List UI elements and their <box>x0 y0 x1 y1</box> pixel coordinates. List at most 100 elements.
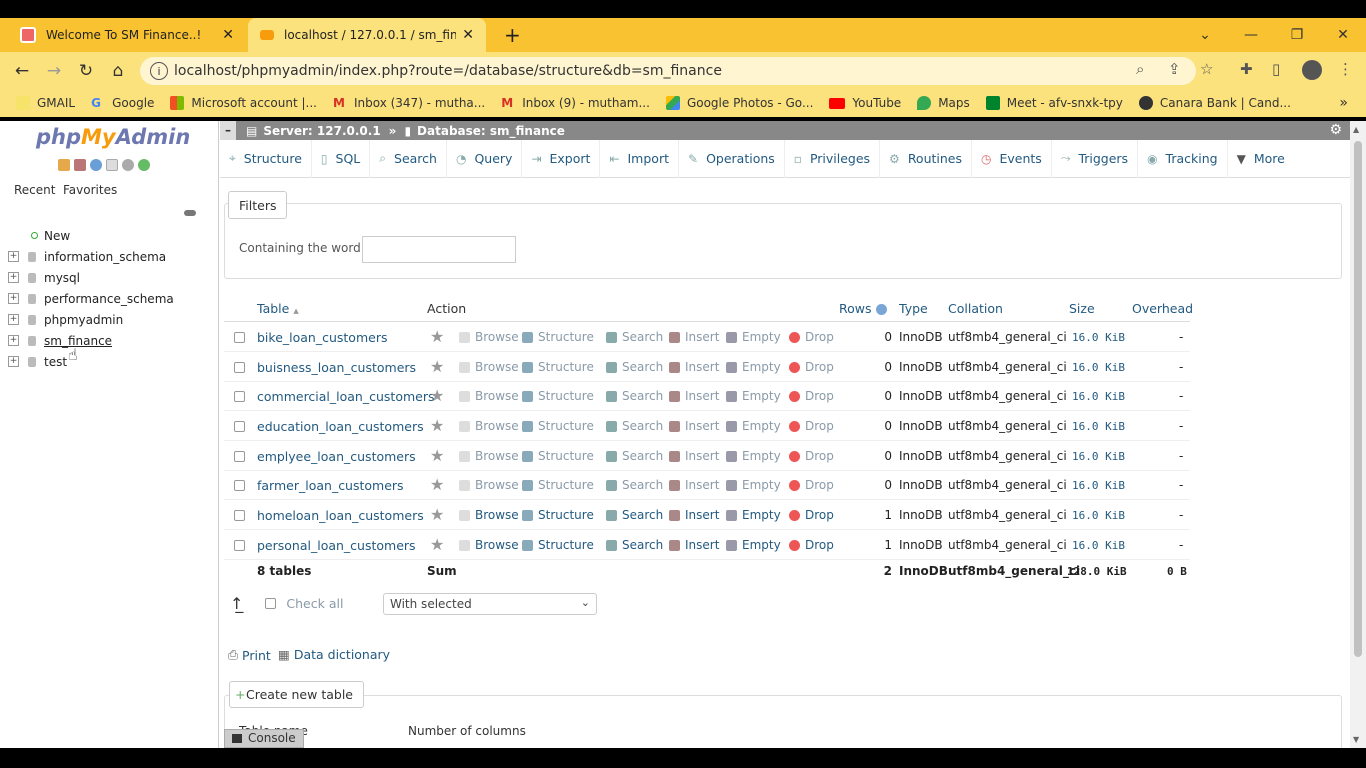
size-value[interactable]: 16.0 KiB <box>1072 361 1125 374</box>
row-checkbox[interactable] <box>234 540 245 551</box>
empty-action[interactable]: Empty <box>726 389 781 403</box>
bookmark-google-photos[interactable]: Google Photos - Go... <box>665 96 813 110</box>
restore-icon[interactable]: ❐ <box>1274 18 1320 52</box>
tab-privileges[interactable]: ▫ Privileges <box>785 139 881 178</box>
insert-action[interactable]: Insert <box>669 508 719 522</box>
tab-import[interactable]: ⇤ Import <box>600 139 679 178</box>
structure-action[interactable]: Structure <box>522 330 594 344</box>
row-checkbox[interactable] <box>234 332 245 343</box>
favorite-star-icon[interactable]: ★ <box>430 386 444 405</box>
reload-nav-icon[interactable] <box>138 159 150 171</box>
table-name-link[interactable]: buisness_loan_customers <box>257 360 416 375</box>
table-name-link[interactable]: personal_loan_customers <box>257 538 416 553</box>
tab-export[interactable]: ⇥ Export <box>522 139 601 178</box>
row-checkbox[interactable] <box>234 421 245 432</box>
filter-input[interactable] <box>362 236 516 263</box>
size-value[interactable]: 16.0 KiB <box>1072 331 1125 344</box>
insert-action[interactable]: Insert <box>669 478 719 492</box>
tab-operations[interactable]: ✎ Operations <box>679 139 785 178</box>
scroll-thumb[interactable] <box>1354 141 1362 657</box>
favorite-star-icon[interactable]: ★ <box>430 505 444 524</box>
address-bar[interactable]: i localhost/phpmyadmin/index.php?route=/… <box>140 57 1196 85</box>
tree-item-phpmyadmin[interactable]: + phpmyadmin <box>8 309 174 330</box>
zoom-icon[interactable]: ⌕ <box>1136 60 1144 78</box>
tab-phpmyadmin[interactable]: localhost / 127.0.0.1 / sm_finance ✕ <box>248 18 486 52</box>
structure-action[interactable]: Structure <box>522 419 594 433</box>
with-selected-select[interactable]: With selected ⌄ <box>383 593 597 615</box>
tab-sm-finance[interactable]: Welcome To SM Finance..! ✕ <box>8 18 246 52</box>
phpmyadmin-logo[interactable]: phpMyAdmin <box>36 125 190 149</box>
empty-action[interactable]: Empty <box>726 538 781 552</box>
side-panel-icon[interactable]: ▯ <box>1272 60 1280 78</box>
home-icon[interactable]: ⌂ <box>105 58 131 84</box>
docs-icon[interactable] <box>106 159 118 171</box>
structure-action[interactable]: Structure <box>522 508 594 522</box>
browse-action[interactable]: Browse <box>459 538 519 552</box>
drop-action[interactable]: Drop <box>789 538 834 552</box>
more-bookmarks-icon[interactable]: » <box>1339 95 1348 111</box>
expand-icon[interactable]: + <box>8 272 19 283</box>
help-icon[interactable] <box>875 304 887 315</box>
size-value[interactable]: 16.0 KiB <box>1072 420 1125 433</box>
favorite-star-icon[interactable]: ★ <box>430 475 444 494</box>
drop-action[interactable]: Drop <box>789 419 834 433</box>
tab-routines[interactable]: ⚙ Routines <box>880 139 973 178</box>
table-name-link[interactable]: commercial_loan_customers <box>257 389 434 404</box>
forward-icon[interactable]: → <box>41 58 67 84</box>
search-action[interactable]: Search <box>606 419 663 433</box>
row-checkbox[interactable] <box>234 510 245 521</box>
collapse-all-icon[interactable] <box>184 210 196 216</box>
header-table[interactable]: Table ▲ <box>257 301 299 316</box>
home-icon[interactable] <box>58 159 70 171</box>
bookmark-inbox-2[interactable]: M Inbox (9) - mutham... <box>501 96 650 110</box>
tab-search[interactable]: ⌕ Search <box>370 139 447 178</box>
tree-item-new[interactable]: New <box>8 225 174 246</box>
bookmark-youtube[interactable]: YouTube <box>829 96 901 110</box>
tab-sql[interactable]: ▯ SQL <box>312 139 371 178</box>
tree-item-mysql[interactable]: + mysql <box>8 267 174 288</box>
drop-action[interactable]: Drop <box>789 478 834 492</box>
new-tab-button[interactable]: + <box>492 18 533 52</box>
close-window-icon[interactable]: ✕ <box>1320 18 1366 52</box>
favorite-star-icon[interactable]: ★ <box>430 357 444 376</box>
drop-action[interactable]: Drop <box>789 330 834 344</box>
row-checkbox[interactable] <box>234 480 245 491</box>
header-collation[interactable]: Collation <box>948 301 1003 316</box>
empty-action[interactable]: Empty <box>726 478 781 492</box>
bookmark-canara[interactable]: Canara Bank | Cand... <box>1138 96 1291 110</box>
close-tab-icon[interactable]: ✕ <box>222 27 234 43</box>
insert-action[interactable]: Insert <box>669 389 719 403</box>
header-overhead[interactable]: Overhead <box>1132 301 1193 316</box>
favorites-tab[interactable]: Favorites <box>63 183 117 197</box>
close-tab-icon[interactable]: ✕ <box>462 27 474 43</box>
tree-item-test[interactable]: + test <box>8 351 174 372</box>
browse-action[interactable]: Browse <box>459 478 519 492</box>
breadcrumb-server[interactable]: ▤ Server: 127.0.0.1 <box>246 124 381 138</box>
drop-action[interactable]: Drop <box>789 389 834 403</box>
tab-search-icon[interactable]: ⌄ <box>1182 18 1228 52</box>
tab-triggers[interactable]: ⤳ Triggers <box>1052 139 1139 178</box>
tab-more[interactable]: ▼ More <box>1228 140 1294 178</box>
toggle-nav-icon[interactable]: – <box>220 121 236 140</box>
empty-action[interactable]: Empty <box>726 419 781 433</box>
favorite-star-icon[interactable]: ★ <box>430 327 444 346</box>
recent-tab[interactable]: Recent <box>14 183 55 197</box>
scroll-up-icon[interactable]: ▲ <box>1353 125 1359 134</box>
bookmark-google[interactable]: G Google <box>91 96 154 110</box>
extensions-icon[interactable]: ✚ <box>1240 60 1253 78</box>
bookmark-meet[interactable]: Meet - afv-snxk-tpy <box>985 96 1123 110</box>
empty-action[interactable]: Empty <box>726 508 781 522</box>
print-link[interactable]: ⎙ Print <box>228 647 271 663</box>
console-button[interactable]: Console <box>224 729 304 748</box>
size-value[interactable]: 16.0 KiB <box>1072 509 1125 522</box>
header-rows[interactable]: Rows <box>839 301 887 316</box>
structure-action[interactable]: Structure <box>522 360 594 374</box>
minimize-icon[interactable]: — <box>1228 18 1274 52</box>
vertical-scrollbar[interactable]: ▲ ▼ <box>1350 121 1366 748</box>
expand-icon[interactable]: + <box>8 314 19 325</box>
size-value[interactable]: 16.0 KiB <box>1072 390 1125 403</box>
row-checkbox[interactable] <box>234 362 245 373</box>
search-action[interactable]: Search <box>606 538 663 552</box>
table-name-link[interactable]: education_loan_customers <box>257 419 424 434</box>
row-checkbox[interactable] <box>234 451 245 462</box>
